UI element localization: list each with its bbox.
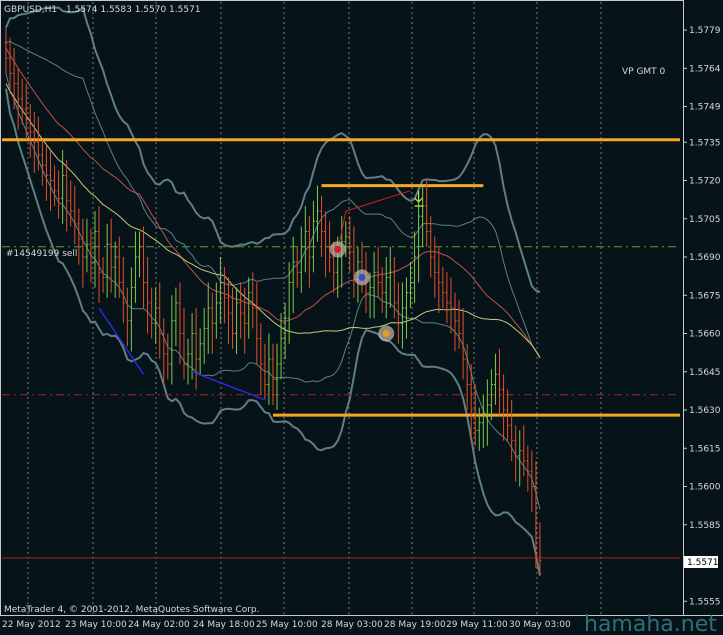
symbol-label: GBPUSD,H1 (4, 5, 57, 15)
order-label: #14549199 sell (6, 249, 77, 259)
price-tick-label: 1.5749 (689, 103, 721, 113)
watermark: hamaha.net (584, 612, 717, 635)
current-price-label: 1.5571 (687, 558, 719, 568)
price-tick-label: 1.5645 (689, 368, 721, 378)
price-tick-label: 1.5690 (689, 253, 721, 263)
time-tick-label: 30 May 03:00 (509, 620, 571, 630)
trade-marker-dot (382, 330, 390, 337)
time-tick-label: 22 May 2012 (2, 620, 61, 630)
price-tick-label: 1.5779 (689, 26, 721, 36)
trade-marker-dot (358, 273, 366, 281)
price-tick-label: 1.5630 (689, 406, 721, 416)
copyright-footer: MetaTrader 4, © 2001-2012, MetaQuotes So… (4, 605, 260, 615)
time-axis-ticks: 22 May 2012 23 May 10:00 24 May 02:00 24 Ma… (2, 620, 571, 630)
ohlc-readout: 1.5574 1.5583 1.5570 1.5571 (66, 5, 201, 15)
trade-marker-dot (334, 245, 342, 253)
time-tick-label: 24 May 02:00 (128, 620, 190, 630)
time-tick-label: 29 May 11:00 (446, 620, 508, 630)
price-tick-label: 1.5720 (689, 177, 721, 187)
price-tick-label: 1.5764 (689, 64, 721, 74)
time-tick-label: 24 May 18:00 (193, 620, 255, 630)
chart-background (0, 0, 723, 635)
vp-indicator-label: VP GMT 0 (622, 67, 666, 77)
time-tick-label: 23 May 10:00 (65, 620, 127, 630)
price-tick-label: 1.5705 (689, 215, 721, 225)
price-tick-label: 1.5735 (689, 138, 721, 148)
price-tick-label: 1.5660 (689, 330, 721, 340)
price-tick-label: 1.5675 (689, 291, 721, 301)
price-tick-label: 1.5555 (689, 597, 721, 607)
time-tick-label: 25 May 10:00 (256, 620, 318, 630)
price-tick-label: 1.5585 (689, 521, 721, 531)
price-tick-label: 1.5615 (689, 444, 721, 454)
price-chart[interactable]: 1.5779 1.5764 1.5749 1.5735 1.5720 1.5705 1.56… (0, 0, 723, 635)
price-tick-label: 1.5600 (689, 483, 721, 493)
time-tick-label: 28 May 19:00 (384, 620, 446, 630)
time-tick-label: 28 May 03:00 (321, 620, 383, 630)
